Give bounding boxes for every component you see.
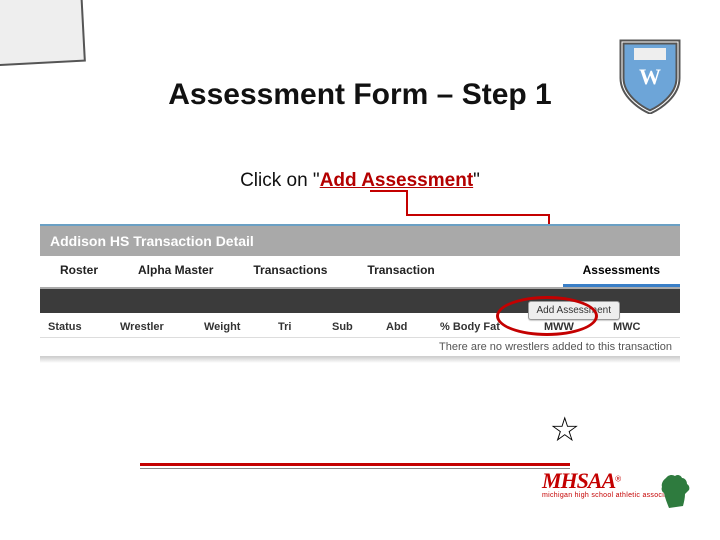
col-sub: Sub [332,321,362,333]
emphasis-link-text: Add Assessment [320,170,473,191]
page-title: Assessment Form – Step 1 [0,78,720,112]
callout-line [406,190,408,214]
callout-line [370,190,406,192]
callout-circle [496,296,598,336]
empty-state-row: There are no wrestlers added to this tra… [40,337,680,357]
tab-bar: Roster Alpha Master Transactions Transac… [40,256,680,289]
screenshot-panel: Addison HS Transaction Detail Roster Alp… [40,224,680,363]
tab-alpha-master[interactable]: Alpha Master [118,256,233,287]
shadow-divider [40,357,680,363]
col-wrestler: Wrestler [120,321,180,333]
col-abd: Abd [386,321,416,333]
footer-rule-shadow [140,468,570,469]
tab-roster[interactable]: Roster [40,256,118,287]
instruction-text: Click on "Add Assessment" [0,170,720,192]
panel-header: Addison HS Transaction Detail [40,226,680,256]
col-weight: Weight [204,321,254,333]
star-icon: ☆ [550,410,580,450]
mhsaa-logo: MHSAA® michigan high school athletic ass… [542,468,692,516]
tab-assessments[interactable]: Assessments [563,256,680,287]
col-mwc: MWC [613,321,658,333]
corner-decor [0,0,86,66]
tab-transaction[interactable]: Transaction [347,256,454,287]
footer-rule [140,463,570,466]
michigan-icon [658,472,692,512]
mhsaa-brand: MHSAA [542,468,615,493]
col-status: Status [48,321,96,333]
callout-line [406,214,548,216]
tab-transactions[interactable]: Transactions [233,256,347,287]
col-tri: Tri [278,321,308,333]
